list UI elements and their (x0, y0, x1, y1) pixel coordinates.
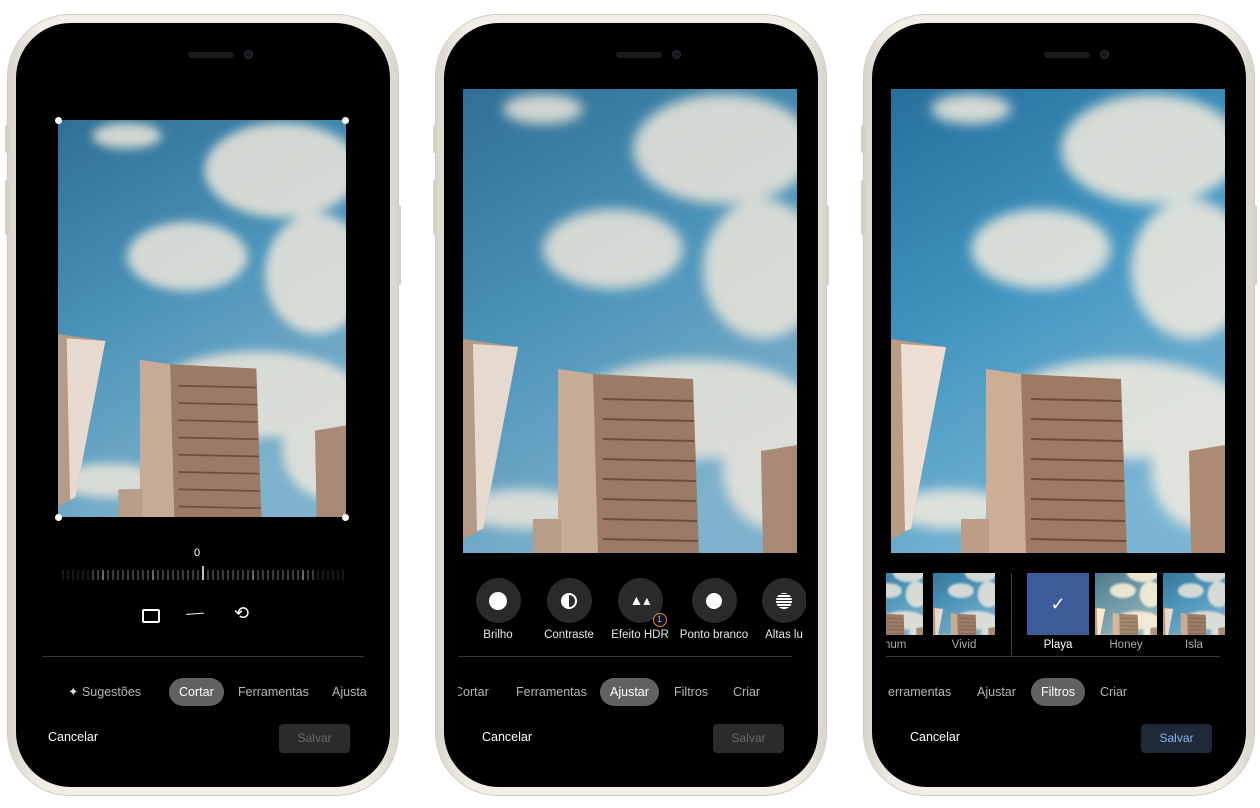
contrast-icon (561, 592, 577, 609)
tool-brilho[interactable]: Brilho (458, 578, 538, 641)
cancel-button[interactable]: Cancelar (48, 730, 98, 744)
highlights-icon (776, 592, 792, 609)
tab-sugestoes[interactable]: ✦ Sugestões (68, 678, 141, 706)
editor-tabs: erramentas Ajustar Filtros Criar (886, 678, 1234, 706)
cancel-button[interactable]: Cancelar (482, 730, 532, 744)
crop-handle-top-left[interactable] (55, 117, 62, 124)
tab-ajustar[interactable]: Ajustar (977, 678, 1016, 706)
tool-altas-luzes[interactable]: Altas lu (744, 578, 806, 641)
divider (886, 656, 1220, 657)
tab-criar[interactable]: Criar (733, 678, 760, 706)
crop-handle-bottom-left[interactable] (55, 514, 62, 521)
rotate-icon[interactable]: ⟲ (234, 603, 249, 624)
editor-tabs: ✦ Sugestões Cortar Ferramentas Ajusta (30, 678, 378, 706)
divider (42, 656, 364, 657)
save-button[interactable]: Salvar (1141, 724, 1212, 753)
filter-isla[interactable]: Isla (1163, 573, 1225, 651)
filter-honey[interactable]: Honey (1095, 573, 1157, 651)
cancel-button[interactable]: Cancelar (910, 730, 960, 744)
tool-ponto-branco[interactable]: Ponto branco (674, 578, 754, 641)
tab-filtros[interactable]: Filtros (1031, 678, 1086, 706)
tool-contraste[interactable]: Contraste (529, 578, 609, 641)
crop-handle-bottom-right[interactable] (342, 514, 349, 521)
tab-cortar[interactable]: Cortar (169, 678, 224, 706)
rotation-value: 0 (194, 547, 201, 559)
edited-photo (463, 89, 797, 553)
crop-photo (58, 120, 346, 517)
phone-adjust: Brilho Contraste ▲▴ 1 Efeito HDR Ponto bra… (433, 15, 829, 795)
aspect-ratio-icon[interactable] (142, 609, 160, 623)
phone-filters: nhum Vivid ✓Playa Honey Isla erramentas … (861, 15, 1257, 795)
screen: Brilho Contraste ▲▴ 1 Efeito HDR Ponto bra… (458, 38, 806, 772)
editor-tabs: Cortar Ferramentas Ajustar Filtros Criar (458, 678, 806, 706)
filter-playa[interactable]: ✓ Playa (1027, 573, 1089, 651)
check-icon: ✓ (1050, 593, 1066, 614)
white-point-icon (706, 592, 722, 609)
tab-filtros[interactable]: Filtros (674, 678, 708, 706)
divider (458, 656, 792, 657)
camera-icon (672, 50, 681, 59)
tab-cortar[interactable]: Cortar (458, 678, 489, 706)
screen: nhum Vivid ✓Playa Honey Isla erramentas … (886, 38, 1234, 772)
hdr-mountain-icon: ▲▴ (629, 592, 651, 608)
auto-crop-wand-icon[interactable]: ⟋ (182, 603, 206, 627)
tab-ferramentas[interactable]: Ferramentas (516, 678, 587, 706)
save-button[interactable]: Salvar (279, 724, 350, 753)
rotation-slider[interactable] (58, 566, 348, 582)
camera-icon (244, 50, 253, 59)
phone-crop: 0 ⟋ ⟲ ✦ Sugestões Cortar Ferramentas Aju… (5, 15, 401, 795)
sparkle-icon: ✦ (68, 685, 82, 699)
tab-criar[interactable]: Criar (1100, 678, 1127, 706)
filter-nenhum[interactable]: nhum (886, 573, 923, 651)
edited-photo (891, 89, 1225, 553)
screen: 0 ⟋ ⟲ ✦ Sugestões Cortar Ferramentas Aju… (30, 38, 378, 772)
brightness-icon (489, 591, 507, 610)
tab-ferramentas[interactable]: erramentas (888, 678, 951, 706)
hdr-badge: 1 (652, 613, 667, 627)
camera-icon (1100, 50, 1109, 59)
tool-efeito-hdr[interactable]: ▲▴ 1 Efeito HDR (600, 578, 680, 641)
crop-handle-top-right[interactable] (342, 117, 349, 124)
save-button[interactable]: Salvar (713, 724, 784, 753)
filter-vivid[interactable]: Vivid (933, 573, 995, 651)
tab-ajustar[interactable]: Ajusta (332, 678, 367, 706)
tab-ferramentas[interactable]: Ferramentas (238, 678, 309, 706)
filter-separator (1011, 573, 1012, 655)
tab-ajustar[interactable]: Ajustar (600, 678, 659, 706)
